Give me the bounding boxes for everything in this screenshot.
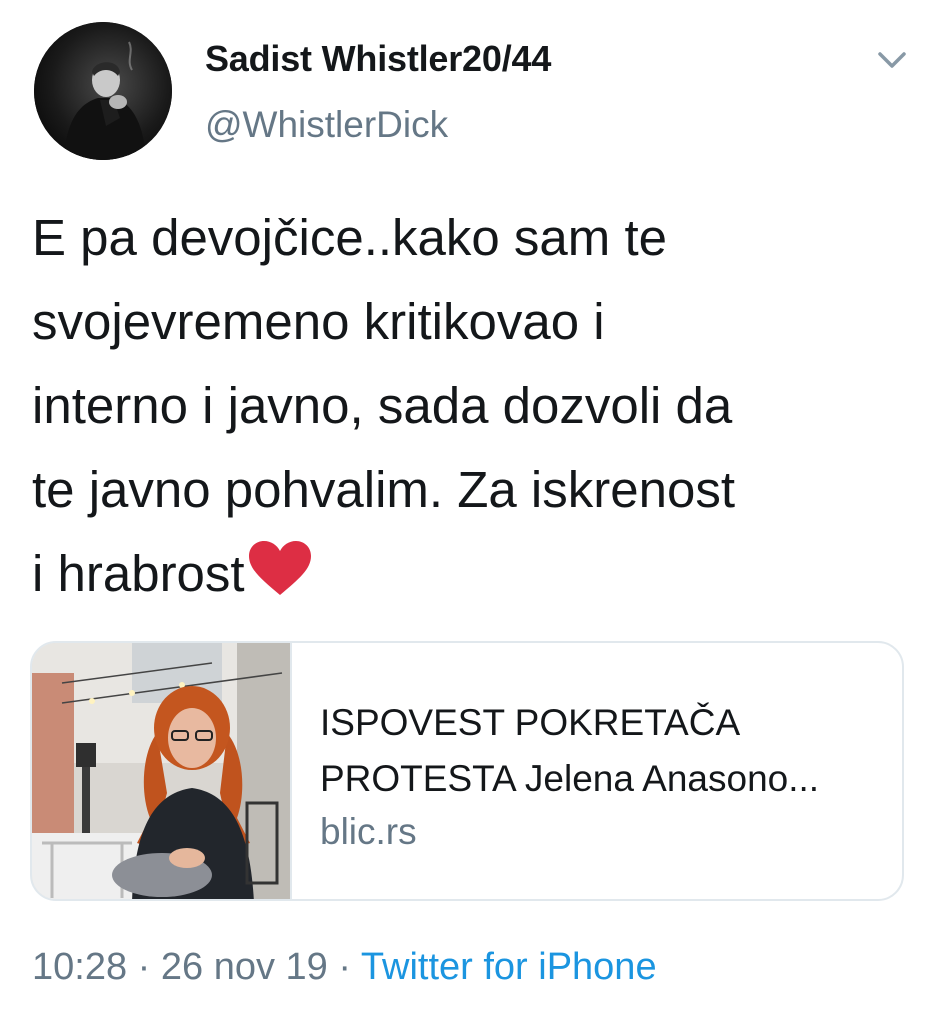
card-title-line: ISPOVEST POKRETAČA [320,702,741,743]
card-title-line: PROTESTA Jelena Anasono... [320,758,820,799]
tweet-line: svojevremeno kritikovao i [32,293,605,350]
tweet-date[interactable]: 26 nov 19 [161,946,328,988]
tweet-line: E pa devojčice..kako sam te [32,209,667,266]
username-handle[interactable]: @WhistlerDick [205,104,448,146]
card-title: ISPOVEST POKRETAČA PROTESTA Jelena Anaso… [320,695,880,807]
chevron-down-icon[interactable] [872,44,912,76]
tweet-line: interno i javno, sada dozvoli da [32,377,733,434]
card-domain: blic.rs [320,811,417,852]
source-link[interactable]: Twitter for iPhone [361,946,657,988]
link-preview-card[interactable]: ISPOVEST POKRETAČA PROTESTA Jelena Anaso… [30,641,904,901]
separator: · [338,946,352,988]
tweet-time[interactable]: 10:28 [32,946,127,988]
avatar[interactable] [34,22,172,160]
avatar-photo [34,22,172,160]
tweet-line: i hrabrost [32,545,245,602]
heart-icon [248,541,311,595]
display-name[interactable]: Sadist Whistler20/44 [205,38,551,80]
tweet-line: te javno pohvalim. Za iskrenost [32,461,735,518]
tweet-metadata: 10:28 · 26 nov 19 · Twitter for iPhone [32,946,657,989]
card-thumbnail [32,643,292,899]
separator: · [137,946,151,988]
tweet-text: E pa devojčice..kako sam te svojevremeno… [32,196,912,616]
